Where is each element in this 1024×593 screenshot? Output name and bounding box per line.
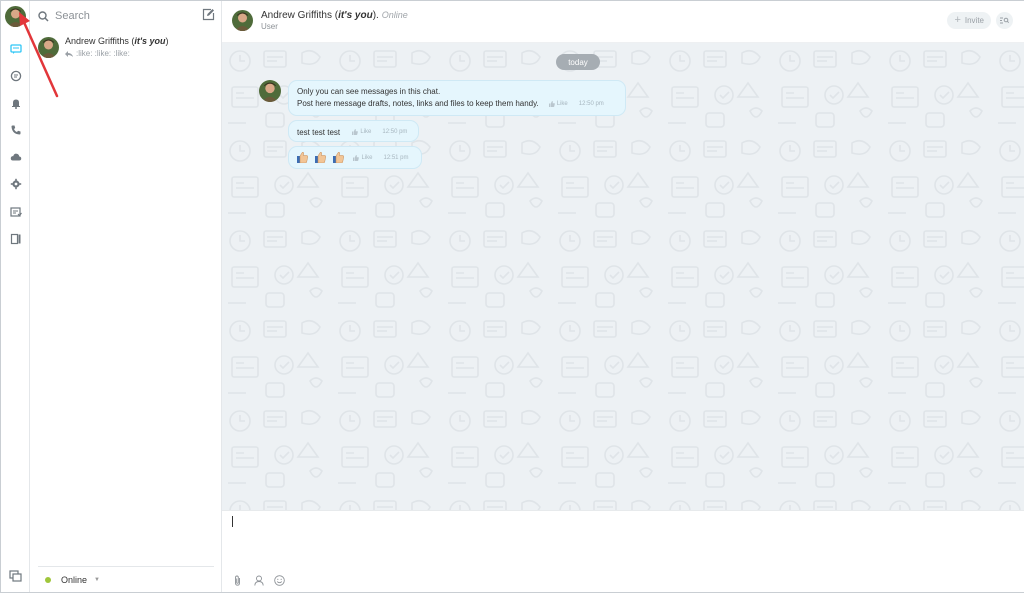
- status-selector[interactable]: Online ▼: [38, 566, 214, 592]
- chats-icon[interactable]: [8, 41, 23, 56]
- like-button[interactable]: Like: [353, 152, 372, 164]
- message-composer: [222, 510, 1024, 592]
- message-list[interactable]: today Only you can see messages in this …: [222, 43, 1024, 510]
- open-lines-icon[interactable]: [8, 68, 23, 83]
- icon-rail: [1, 1, 30, 592]
- search-history-button[interactable]: [996, 12, 1013, 29]
- like-icon: [353, 154, 360, 161]
- thumbs-up-emoji-icon: [333, 151, 345, 163]
- like-button[interactable]: Like: [548, 98, 568, 110]
- status-dot: [45, 576, 51, 583]
- header-avatar[interactable]: [232, 10, 253, 31]
- message-bubble[interactable]: Only you can see messages in this chat. …: [288, 80, 626, 116]
- thumbs-up-emoji-icon: [315, 151, 327, 163]
- chat-panel: Andrew Griffiths (it's you). Online User …: [222, 1, 1024, 592]
- tasks-icon[interactable]: [8, 204, 23, 219]
- search-input[interactable]: [55, 10, 195, 22]
- message-bubble[interactable]: Like 12:51 pm: [288, 146, 422, 169]
- disk-icon[interactable]: [8, 149, 23, 164]
- recent-chat-item[interactable]: Andrew Griffiths (it's you) :like: :like…: [30, 33, 221, 65]
- message-time: 12:50 pm: [578, 101, 604, 107]
- plus-icon: +: [954, 14, 961, 26]
- online-status: Online: [381, 10, 408, 20]
- chat-item-name: Andrew Griffiths (it's you): [65, 36, 169, 46]
- like-label: Like: [556, 101, 568, 107]
- message-avatar[interactable]: [259, 80, 281, 102]
- messenger-window: Andrew Griffiths (it's you) :like: :like…: [0, 0, 1024, 593]
- message-time: 12:51 pm: [383, 154, 409, 161]
- message-text: test test test: [297, 128, 341, 137]
- recent-list-panel: Andrew Griffiths (it's you) :like: :like…: [30, 1, 222, 592]
- search-icon: [38, 10, 49, 22]
- like-label: Like: [361, 154, 373, 161]
- date-separator: today: [556, 54, 600, 70]
- reply-icon: [65, 50, 73, 57]
- message-input[interactable]: [230, 517, 1010, 567]
- like-label: Like: [360, 129, 372, 135]
- composer-toolbar: [232, 575, 285, 586]
- chat-item-avatar: [38, 37, 59, 58]
- new-chat-icon[interactable]: [202, 8, 215, 21]
- like-icon: [548, 101, 555, 107]
- settings-icon[interactable]: [8, 176, 23, 191]
- search-history-icon: [1000, 17, 1009, 24]
- docs-icon[interactable]: [8, 231, 23, 246]
- unread-icon[interactable]: [9, 570, 22, 583]
- chat-title[interactable]: Andrew Griffiths (it's you). Online: [261, 10, 408, 21]
- like-button[interactable]: Like: [352, 126, 371, 138]
- like-icon: [352, 129, 359, 135]
- message-bubble[interactable]: test test test Like 12:50 pm: [288, 120, 419, 142]
- thumbs-up-emoji-icon: [297, 151, 308, 163]
- chat-subtitle: User: [261, 22, 278, 31]
- chat-item-preview: :like: :like: :like:: [65, 48, 169, 59]
- status-label: Online: [61, 574, 88, 585]
- chat-header: Andrew Griffiths (it's you). Online User …: [222, 1, 1024, 43]
- call-icon[interactable]: [8, 122, 23, 137]
- message-text-line: Only you can see messages in this chat.: [297, 87, 441, 96]
- mention-user-icon[interactable]: [253, 575, 264, 586]
- message-text-line: Post here message drafts, notes, links a…: [297, 99, 539, 108]
- notifications-icon[interactable]: [8, 95, 23, 110]
- message-time: 12:50 pm: [382, 129, 408, 135]
- attach-file-icon[interactable]: [232, 575, 243, 586]
- emoji-group: [297, 151, 349, 164]
- invite-label: Invite: [964, 16, 984, 25]
- smile-icon[interactable]: [274, 575, 285, 586]
- search-bar: [38, 7, 214, 25]
- chevron-down-icon: ▼: [94, 576, 100, 583]
- user-avatar[interactable]: [5, 6, 26, 27]
- invite-button[interactable]: + Invite: [947, 12, 991, 29]
